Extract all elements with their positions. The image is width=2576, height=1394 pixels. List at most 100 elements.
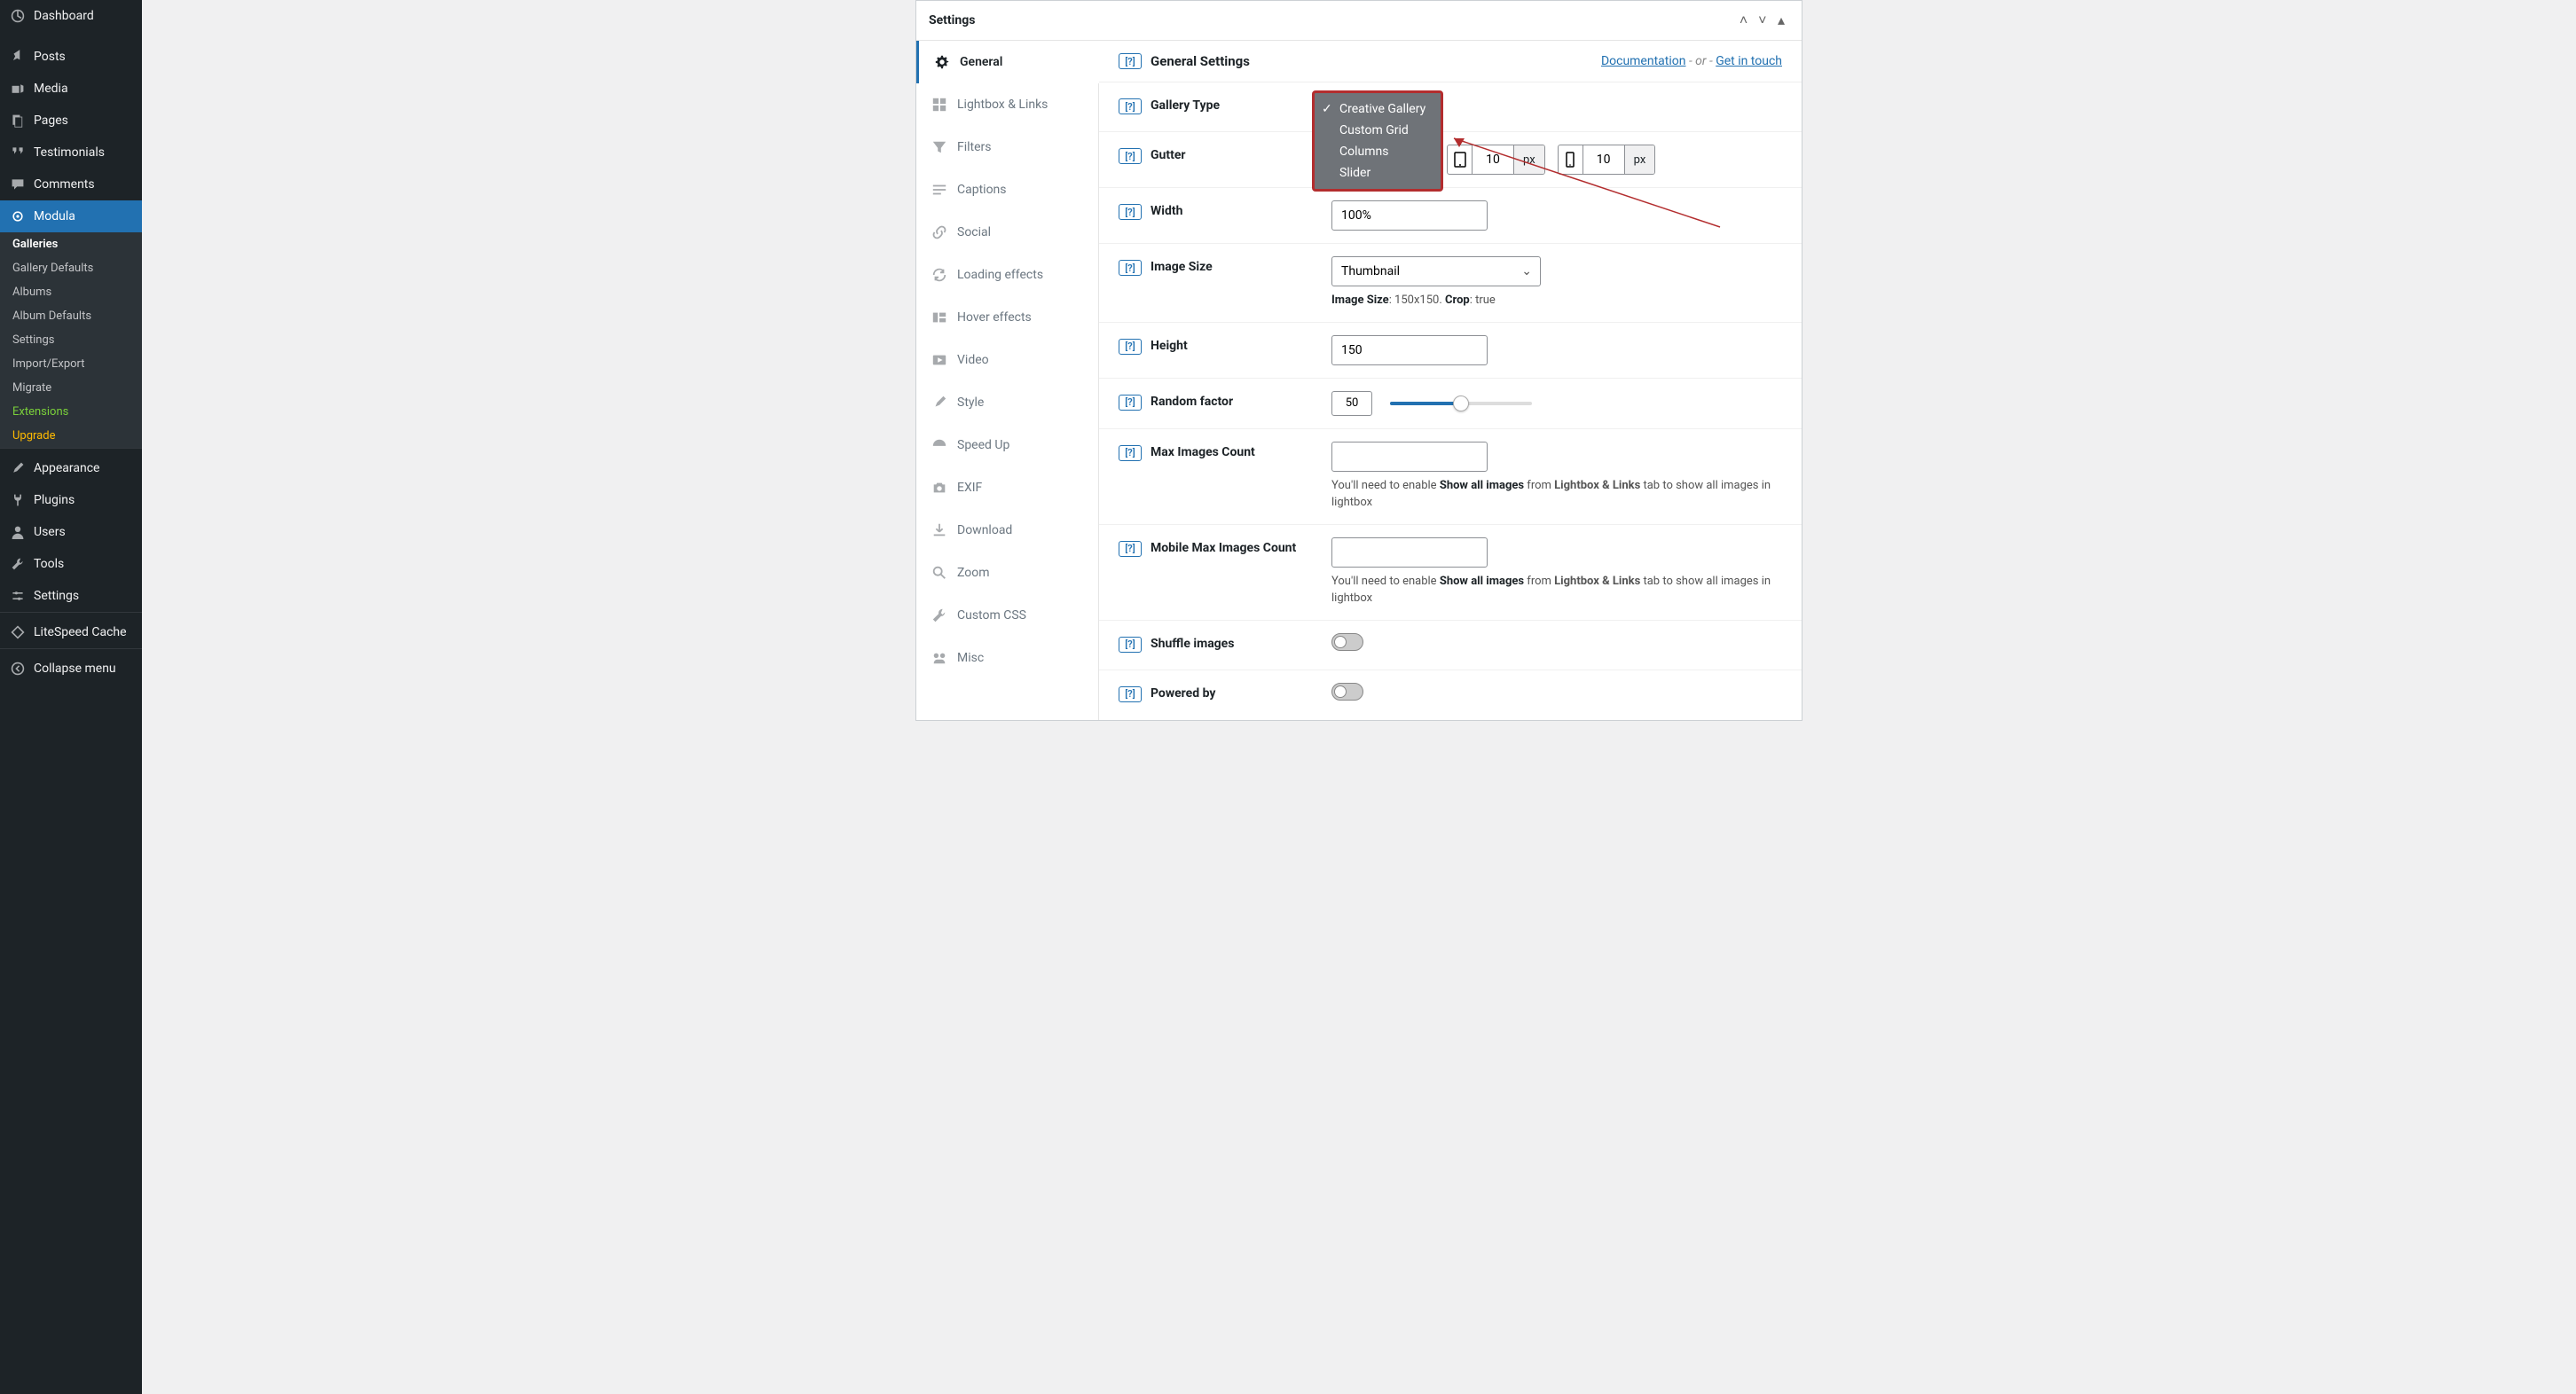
menu-tools[interactable]: Tools bbox=[0, 548, 142, 580]
image-size-select[interactable]: Thumbnail bbox=[1331, 256, 1541, 286]
field-powered: [?]Powered by bbox=[1099, 670, 1802, 720]
gear-icon bbox=[933, 53, 951, 71]
link-icon bbox=[931, 223, 948, 241]
brush-icon bbox=[9, 459, 27, 477]
gutter-tablet: px bbox=[1447, 145, 1545, 175]
tab-exif[interactable]: EXIF bbox=[916, 466, 1098, 509]
menu-comments[interactable]: Comments bbox=[0, 168, 142, 200]
camera-icon bbox=[931, 479, 948, 497]
settings-content: [?] General Settings Documentation - or … bbox=[1099, 41, 1802, 720]
menu-dashboard[interactable]: Dashboard bbox=[0, 0, 142, 32]
panel-collapse-icon[interactable]: ▴ bbox=[1773, 12, 1789, 28]
field-label: Max Images Count bbox=[1151, 445, 1255, 459]
tab-social[interactable]: Social bbox=[916, 211, 1098, 254]
tab-loading[interactable]: Loading effects bbox=[916, 254, 1098, 296]
menu-media[interactable]: Media bbox=[0, 73, 142, 105]
content-title: General Settings bbox=[1151, 53, 1250, 69]
option-columns[interactable]: Columns bbox=[1315, 141, 1441, 162]
submenu-album-defaults[interactable]: Album Defaults bbox=[0, 304, 142, 328]
menu-testimonials[interactable]: Testimonials bbox=[0, 137, 142, 168]
tab-label: Zoom bbox=[957, 566, 990, 580]
help-icon[interactable]: [?] bbox=[1119, 53, 1142, 69]
zoom-icon bbox=[931, 564, 948, 582]
max-images-hint: You'll need to enable Show all images fr… bbox=[1331, 477, 1782, 512]
tab-label: Lightbox & Links bbox=[957, 98, 1048, 112]
tab-general[interactable]: General bbox=[916, 41, 1098, 83]
contact-link[interactable]: Get in touch bbox=[1716, 54, 1782, 68]
menu-posts[interactable]: Posts bbox=[0, 41, 142, 73]
menu-settings[interactable]: Settings bbox=[0, 580, 142, 612]
tab-lightbox[interactable]: Lightbox & Links bbox=[916, 83, 1098, 126]
tab-style[interactable]: Style bbox=[916, 381, 1098, 424]
tab-customcss[interactable]: Custom CSS bbox=[916, 594, 1098, 637]
field-mobile-max: [?]Mobile Max Images Count You'll need t… bbox=[1099, 525, 1802, 621]
powered-toggle[interactable] bbox=[1331, 683, 1363, 701]
submenu-galleries[interactable]: Galleries bbox=[0, 232, 142, 256]
tab-filters[interactable]: Filters bbox=[916, 126, 1098, 168]
help-icon[interactable]: [?] bbox=[1119, 541, 1142, 557]
field-image-size: [?]Image Size Thumbnail ⌄ Image Size: 15… bbox=[1099, 244, 1802, 323]
submenu-import-export[interactable]: Import/Export bbox=[0, 352, 142, 376]
settings-tabs: General Lightbox & Links Filters Caption… bbox=[916, 41, 1099, 720]
tab-misc[interactable]: Misc bbox=[916, 637, 1098, 679]
menu-modula[interactable]: Modula bbox=[0, 200, 142, 232]
option-slider[interactable]: Slider bbox=[1315, 162, 1441, 184]
random-input[interactable] bbox=[1331, 391, 1372, 416]
panel-down-icon[interactable]: ˅ bbox=[1755, 12, 1771, 29]
submenu-gallery-defaults[interactable]: Gallery Defaults bbox=[0, 256, 142, 280]
menu-label: Collapse menu bbox=[34, 662, 116, 676]
pin-icon bbox=[9, 48, 27, 66]
help-icon[interactable]: [?] bbox=[1119, 98, 1142, 114]
mobile-max-input[interactable] bbox=[1331, 537, 1488, 568]
misc-icon bbox=[931, 649, 948, 667]
tab-captions[interactable]: Captions bbox=[916, 168, 1098, 211]
width-input[interactable] bbox=[1331, 200, 1488, 231]
tab-label: Filters bbox=[957, 140, 992, 154]
gutter-mobile: px bbox=[1558, 145, 1656, 175]
help-icon[interactable]: [?] bbox=[1119, 395, 1142, 411]
tab-label: Social bbox=[957, 225, 991, 239]
help-icon[interactable]: [?] bbox=[1119, 637, 1142, 653]
tab-hover[interactable]: Hover effects bbox=[916, 296, 1098, 339]
help-icon[interactable]: [?] bbox=[1119, 686, 1142, 702]
max-images-input[interactable] bbox=[1331, 442, 1488, 472]
gutter-mobile-input[interactable] bbox=[1583, 145, 1624, 174]
help-icon[interactable]: [?] bbox=[1119, 204, 1142, 220]
tab-label: Download bbox=[957, 523, 1012, 537]
height-input[interactable] bbox=[1331, 335, 1488, 365]
help-icon[interactable]: [?] bbox=[1119, 148, 1142, 164]
documentation-link[interactable]: Documentation bbox=[1601, 54, 1686, 68]
menu-plugins[interactable]: Plugins bbox=[0, 484, 142, 516]
shuffle-toggle[interactable] bbox=[1331, 633, 1363, 651]
quote-icon bbox=[9, 144, 27, 161]
option-creative-gallery[interactable]: Creative Gallery bbox=[1315, 98, 1441, 120]
gutter-tablet-input[interactable] bbox=[1473, 145, 1513, 174]
tab-video[interactable]: Video bbox=[916, 339, 1098, 381]
tab-download[interactable]: Download bbox=[916, 509, 1098, 552]
help-icon[interactable]: [?] bbox=[1119, 339, 1142, 355]
menu-collapse[interactable]: Collapse menu bbox=[0, 653, 142, 685]
help-icon[interactable]: [?] bbox=[1119, 260, 1142, 276]
submenu-upgrade[interactable]: Upgrade bbox=[0, 424, 142, 448]
menu-pages[interactable]: Pages bbox=[0, 105, 142, 137]
submenu-extensions[interactable]: Extensions bbox=[0, 400, 142, 424]
submenu-migrate[interactable]: Migrate bbox=[0, 376, 142, 400]
submenu-settings[interactable]: Settings bbox=[0, 328, 142, 352]
tab-zoom[interactable]: Zoom bbox=[916, 552, 1098, 594]
panel-up-icon[interactable]: ˄ bbox=[1736, 12, 1752, 29]
menu-appearance[interactable]: Appearance bbox=[0, 452, 142, 484]
main-content: Settings ˄ ˅ ▴ General Lightbox & Links … bbox=[142, 0, 2576, 1394]
help-icon[interactable]: [?] bbox=[1119, 445, 1142, 461]
random-slider[interactable] bbox=[1390, 402, 1532, 405]
wrench-icon bbox=[931, 607, 948, 624]
menu-users[interactable]: Users bbox=[0, 516, 142, 548]
menu-label: Tools bbox=[34, 557, 64, 571]
submenu-albums[interactable]: Albums bbox=[0, 280, 142, 304]
download-icon bbox=[931, 521, 948, 539]
menu-label: Testimonials bbox=[34, 145, 105, 160]
tab-label: EXIF bbox=[957, 481, 982, 495]
menu-litespeed[interactable]: LiteSpeed Cache bbox=[0, 616, 142, 648]
tab-speedup[interactable]: Speed Up bbox=[916, 424, 1098, 466]
option-custom-grid[interactable]: Custom Grid bbox=[1315, 120, 1441, 141]
user-icon bbox=[9, 523, 27, 541]
